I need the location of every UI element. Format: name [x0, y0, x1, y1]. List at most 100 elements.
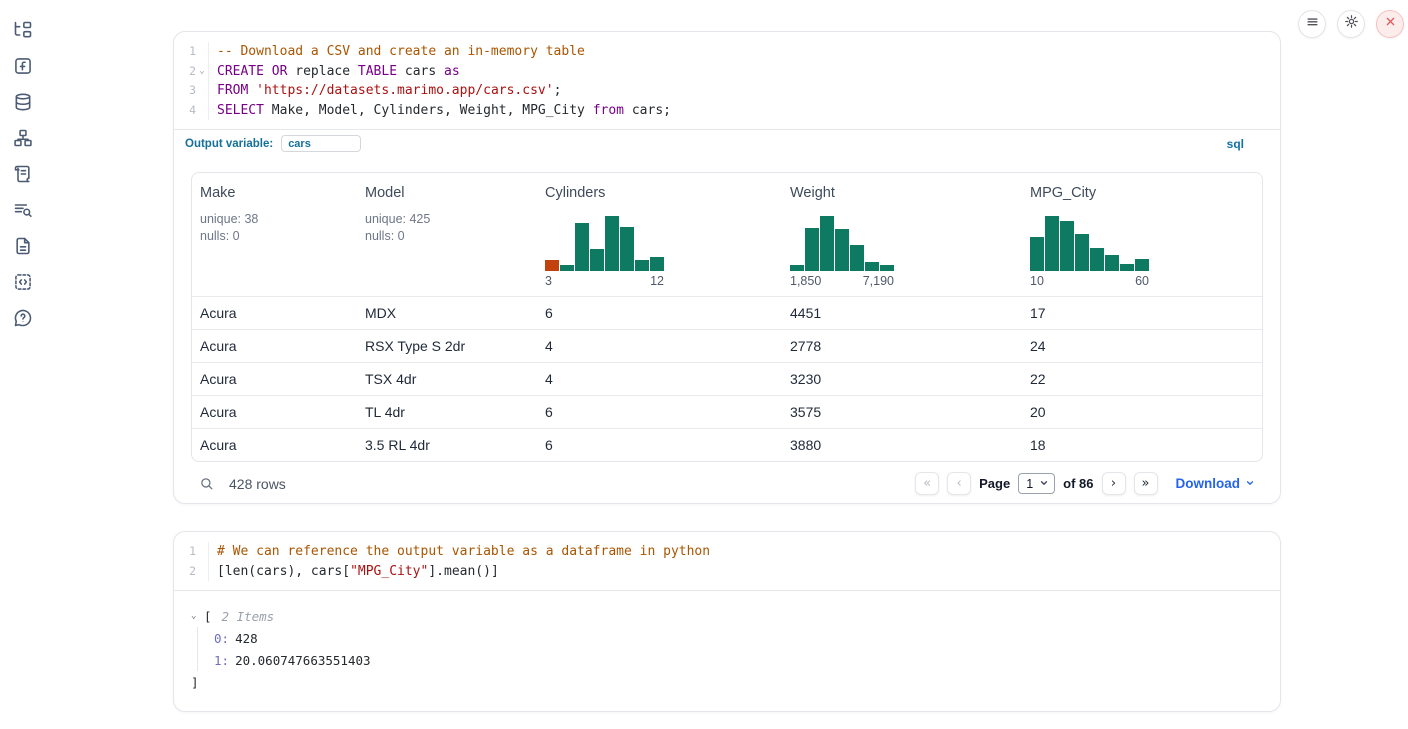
code-line[interactable]: 1 -- Download a CSV and create an in-memo…: [174, 42, 1280, 62]
histogram-weight[interactable]: 1,850 7,190: [790, 216, 894, 290]
sidebar-item-file-explorer[interactable]: [9, 18, 37, 46]
help-icon: [13, 308, 33, 333]
histogram-axis: 1,850 7,190: [790, 274, 894, 290]
result-tree: ⌄ [ 2 Items 0:4281:20.060747663551403 ]: [174, 591, 1280, 693]
tree-root-row: ⌄ [ 2 Items: [191, 605, 1280, 627]
sidebar-item-help[interactable]: [9, 306, 37, 334]
sidebar-item-scratchpad[interactable]: [9, 162, 37, 190]
table-row[interactable]: AcuraTSX 4dr4323022: [192, 362, 1262, 395]
axis-max-label: 7,190: [863, 274, 894, 290]
python-code-editor[interactable]: 1# We can reference the output variable …: [174, 532, 1280, 590]
shutdown-button[interactable]: [1376, 10, 1404, 38]
page-select[interactable]: 1: [1018, 473, 1055, 494]
chevron-down-icon: [1039, 477, 1049, 491]
line-number: 2: [174, 562, 196, 582]
search-icon[interactable]: [199, 476, 214, 491]
table-cell: 3880: [782, 429, 1022, 461]
column-stat: nulls: 0: [200, 229, 349, 243]
menu-icon: [1305, 14, 1320, 34]
column-header-model[interactable]: Modelunique: 425nulls: 0: [357, 173, 537, 296]
table-cell: 24: [1022, 330, 1262, 362]
tree-entry-key: 1:: [214, 653, 229, 668]
code-line[interactable]: 2⌄CREATE OR replace TABLE cars as: [174, 62, 1280, 82]
table-cell: TL 4dr: [357, 396, 537, 428]
histogram-bar: [790, 265, 804, 271]
histogram-mpg_city[interactable]: 1060: [1030, 216, 1149, 290]
histogram-bar: [560, 265, 574, 271]
first-page-button[interactable]: «: [915, 472, 939, 495]
fold-spacer: [196, 42, 208, 62]
histogram-bar: [805, 228, 819, 271]
shutdown-close-icon: [1383, 14, 1398, 34]
table-cell: 18: [1022, 429, 1262, 461]
table-cell: 4451: [782, 297, 1022, 329]
fold-chevron-icon[interactable]: ⌄: [196, 62, 208, 82]
histogram-bar: [1030, 237, 1044, 271]
table-body: AcuraMDX6445117AcuraRSX Type S 2dr427782…: [192, 296, 1262, 461]
sidebar-item-logs[interactable]: [9, 198, 37, 226]
code-line[interactable]: 3FROM 'https://datasets.marimo.app/cars.…: [174, 81, 1280, 101]
sql-code-editor[interactable]: 1 -- Download a CSV and create an in-memo…: [174, 32, 1280, 129]
column-name: Weight: [790, 185, 1014, 201]
previous-page-button[interactable]: ‹: [947, 472, 971, 495]
download-label: Download: [1176, 476, 1241, 491]
output-variable-input[interactable]: [281, 135, 361, 152]
tree-entry-key: 0:: [214, 631, 229, 646]
table-cell: 6: [537, 429, 782, 461]
table-row[interactable]: AcuraMDX6445117: [192, 296, 1262, 329]
last-page-button[interactable]: »: [1134, 472, 1158, 495]
code-text: SELECT Make, Model, Cylinders, Weight, M…: [208, 101, 671, 121]
column-header-cylinders[interactable]: Cylinders312: [537, 173, 782, 296]
column-header-make[interactable]: Makeunique: 38nulls: 0: [192, 173, 357, 296]
table-cell: 4: [537, 330, 782, 362]
download-button[interactable]: Download: [1176, 476, 1256, 491]
functions-icon: [13, 56, 33, 81]
close-bracket: ]: [191, 671, 1280, 693]
table-cell: 3230: [782, 363, 1022, 395]
table-header-row: Makeunique: 38nulls: 0Modelunique: 425nu…: [192, 173, 1262, 296]
histogram-bar: [820, 216, 834, 271]
collapse-chevron-icon[interactable]: ⌄: [191, 611, 204, 621]
table-row[interactable]: Acura3.5 RL 4dr6388018: [192, 428, 1262, 461]
table-row[interactable]: AcuraRSX Type S 2dr4277824: [192, 329, 1262, 362]
histogram-bar: [865, 262, 879, 271]
datasources-icon: [13, 92, 33, 117]
histogram-bar: [1060, 221, 1074, 271]
table-cell: Acura: [192, 429, 357, 461]
notebook-menu-button[interactable]: [1298, 10, 1326, 38]
histogram-cylinders[interactable]: 312: [545, 216, 664, 290]
sidebar-item-dependency-graph[interactable]: [9, 126, 37, 154]
line-number: 1: [174, 42, 196, 62]
column-name: Model: [365, 185, 529, 201]
column-header-weight[interactable]: Weight 1,850 7,190: [782, 173, 1022, 296]
code-line[interactable]: 4SELECT Make, Model, Cylinders, Weight, …: [174, 101, 1280, 121]
items-count-label: 2 Items: [222, 609, 275, 624]
rows-count: 428 rows: [229, 476, 286, 492]
table-cell: RSX Type S 2dr: [357, 330, 537, 362]
code-line[interactable]: 2[len(cars), cars["MPG_City"].mean()]: [174, 562, 1280, 582]
code-line[interactable]: 1# We can reference the output variable …: [174, 542, 1280, 562]
sidebar-item-datasources[interactable]: [9, 90, 37, 118]
table-cell: Acura: [192, 297, 357, 329]
fold-spacer: [196, 542, 208, 562]
code-text: FROM 'https://datasets.marimo.app/cars.c…: [208, 81, 561, 101]
table-cell: Acura: [192, 330, 357, 362]
sidebar-item-documentation[interactable]: [9, 234, 37, 262]
table-row[interactable]: AcuraTL 4dr6357520: [192, 395, 1262, 428]
histogram-bar: [635, 260, 649, 271]
sql-cell-footer: Output variable: sql: [174, 129, 1280, 157]
table-cell: MDX: [357, 297, 537, 329]
settings-button[interactable]: [1337, 10, 1365, 38]
next-page-button[interactable]: ›: [1102, 472, 1126, 495]
axis-min-label: 10: [1030, 274, 1044, 290]
sidebar-item-snippets[interactable]: [9, 270, 37, 298]
histogram-bar: [1045, 216, 1059, 271]
code-text: CREATE OR replace TABLE cars as: [208, 62, 460, 82]
page-select-value: 1: [1026, 477, 1033, 491]
sql-cell: 1 -- Download a CSV and create an in-memo…: [173, 31, 1281, 504]
histogram-bar: [880, 265, 894, 271]
axis-min-label: 1,850: [790, 274, 821, 290]
sidebar-item-functions[interactable]: [9, 54, 37, 82]
column-header-mpg_city[interactable]: MPG_City1060: [1022, 173, 1262, 296]
code-text: -- Download a CSV and create an in-memor…: [208, 42, 585, 62]
